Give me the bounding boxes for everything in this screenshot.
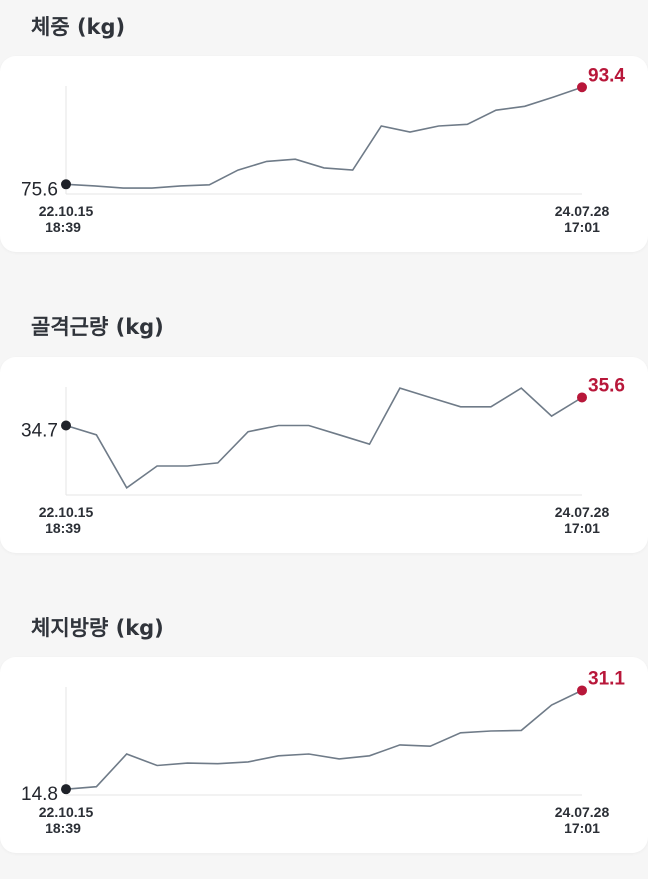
body-fat-line-chart: 14.8 31.1 22.10.15 18:39 24.07.28 17:01 xyxy=(21,668,625,836)
end-value-label: 35.6 xyxy=(588,375,625,396)
start-value-label: 14.8 xyxy=(21,784,58,805)
end-time-label: 17:01 xyxy=(564,520,600,536)
section-title-body-fat: 체지방량 (kg) xyxy=(31,616,164,640)
series-line xyxy=(65,387,583,489)
weight-chart-card[interactable]: 75.6 93.4 22.10.15 18:39 24.07.28 17:01 xyxy=(0,56,648,252)
end-point-dot xyxy=(577,685,587,696)
start-date-label: 22.10.15 xyxy=(39,804,94,820)
series-line xyxy=(65,86,583,189)
end-time-label: 17:01 xyxy=(564,219,600,235)
start-point-dot xyxy=(61,420,71,431)
end-date-label: 24.07.28 xyxy=(555,504,610,520)
start-time-label: 18:39 xyxy=(45,520,81,536)
section-title-muscle: 골격근량 (kg) xyxy=(31,315,164,339)
start-point-dot xyxy=(61,179,71,190)
weight-line-chart: 75.6 93.4 22.10.15 18:39 24.07.28 17:01 xyxy=(21,65,625,235)
end-point-dot xyxy=(577,392,587,403)
start-value-label: 75.6 xyxy=(21,179,58,200)
series-line xyxy=(65,689,583,790)
start-value-label: 34.7 xyxy=(21,420,58,441)
start-point-dot xyxy=(61,784,71,795)
end-value-label: 31.1 xyxy=(588,668,625,689)
start-time-label: 18:39 xyxy=(45,219,81,235)
section-title-weight: 체중 (kg) xyxy=(31,15,126,39)
muscle-line-chart: 34.7 35.6 22.10.15 18:39 24.07.28 17:01 xyxy=(21,375,625,536)
end-point-dot xyxy=(577,82,587,93)
end-date-label: 24.07.28 xyxy=(555,804,610,820)
end-time-label: 17:01 xyxy=(564,820,600,836)
start-date-label: 22.10.15 xyxy=(39,504,94,520)
muscle-chart-card[interactable]: 34.7 35.6 22.10.15 18:39 24.07.28 17:01 xyxy=(0,357,648,553)
body-fat-chart-card[interactable]: 14.8 31.1 22.10.15 18:39 24.07.28 17:01 xyxy=(0,657,648,853)
end-date-label: 24.07.28 xyxy=(555,203,610,219)
end-value-label: 93.4 xyxy=(588,65,625,86)
start-date-label: 22.10.15 xyxy=(39,203,94,219)
start-time-label: 18:39 xyxy=(45,820,81,836)
